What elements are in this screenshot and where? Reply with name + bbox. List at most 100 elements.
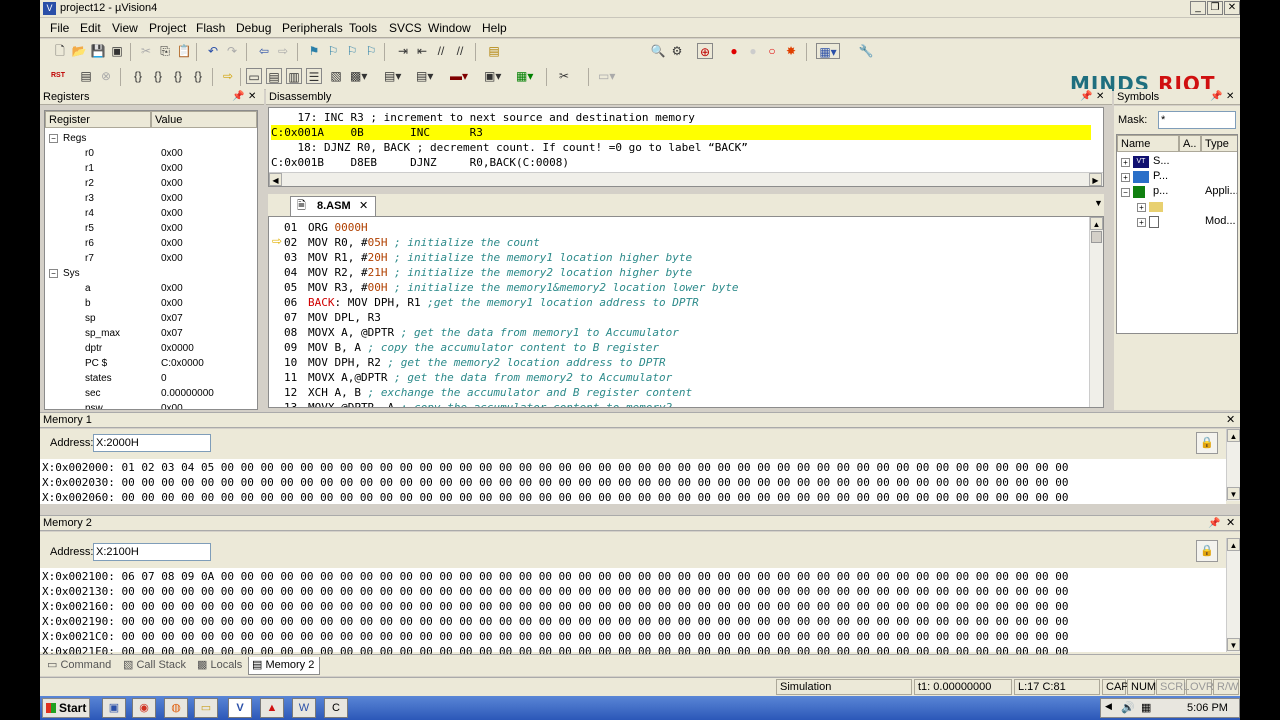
expand-icon[interactable]: + [1137, 218, 1146, 227]
register-value[interactable]: 0x00 [161, 146, 183, 161]
code-line[interactable]: 06 BACK: MOV DPH, R1 ;get the memory1 loc… [269, 295, 1089, 310]
clock[interactable]: 5:06 PM [1187, 702, 1228, 714]
register-row[interactable]: r4 0x00 [45, 206, 257, 221]
paste-icon[interactable]: 📋 [176, 43, 192, 59]
memory2-line[interactable]: X:0x0021C0: 00 00 00 00 00 00 00 00 00 0… [42, 629, 1069, 644]
nav-forward-icon[interactable]: ⇨ [275, 43, 291, 59]
symbol-row[interactable]: + P... [1121, 170, 1237, 185]
taskbar-app-icon[interactable]: C [324, 698, 348, 718]
expand-icon[interactable]: + [1137, 203, 1146, 212]
attr-column-header[interactable]: A.. [1179, 135, 1201, 152]
lock-icon[interactable]: 🔒 [1196, 540, 1218, 562]
stop-icon[interactable]: ⊗ [98, 68, 114, 84]
menu-peripherals[interactable]: Peripherals [282, 21, 343, 35]
volume-icon[interactable]: 🔊 [1121, 701, 1135, 714]
register-value[interactable]: 0x00 [161, 206, 183, 221]
clear-bookmarks-icon[interactable]: ⚐ [363, 43, 379, 59]
prev-bookmark-icon[interactable]: ⚐ [325, 43, 341, 59]
disable-all-breakpoints-icon[interactable]: ○ [764, 43, 780, 59]
menu-help[interactable]: Help [482, 21, 507, 35]
register-value[interactable]: 0x00 [161, 221, 183, 236]
step-into-icon[interactable]: {} [130, 68, 146, 84]
next-bookmark-icon[interactable]: ⚐ [344, 43, 360, 59]
register-row[interactable]: psw 0x00 [45, 401, 257, 409]
menu-debug[interactable]: Debug [236, 21, 271, 35]
symbol-row[interactable]: − p... Appli... [1121, 185, 1237, 200]
disable-breakpoint-icon[interactable]: ● [745, 43, 761, 59]
taskbar-uvision-icon[interactable]: V [228, 698, 252, 718]
save-all-icon[interactable]: ▣ [109, 43, 125, 59]
find-icon[interactable]: 🔍 [650, 43, 666, 59]
new-file-icon[interactable]: 🗋 [52, 43, 68, 59]
run-to-cursor-icon[interactable]: {} [190, 68, 206, 84]
mask-input[interactable]: * [1158, 111, 1236, 129]
incremental-find-icon[interactable]: ⚙ [669, 43, 685, 59]
debug-session-icon[interactable]: ⊕ [697, 43, 713, 59]
analysis-window-icon[interactable]: ▬▾ [450, 68, 468, 84]
menu-flash[interactable]: Flash [196, 21, 225, 35]
tab-8-asm[interactable]: 🗎 8.ASM ✕ [290, 196, 376, 216]
disassembly-instruction-line[interactable]: C:0x001B D8EB DJNZ R0,BACK(C:0008) [271, 155, 569, 170]
code-line[interactable]: 05 MOV R3, #00H ; initialize the memory1&… [269, 280, 1089, 295]
network-icon[interactable]: ▦ [1141, 701, 1151, 714]
code-line[interactable]: 09 MOV B, A ; copy the accumulator conten… [269, 340, 1089, 355]
code-line[interactable]: 01 ORG 0000H [269, 220, 1089, 235]
pin-icon[interactable]: 📌 [1080, 89, 1092, 105]
tab-memory-2[interactable]: ▤ Memory 2 [248, 657, 320, 675]
code-line[interactable]: 04 MOV R2, #21H ; initialize the memory2 … [269, 265, 1089, 280]
restore-button[interactable]: ❐ [1207, 1, 1223, 15]
memory1-line[interactable]: X:0x002030: 00 00 00 00 00 00 00 00 00 0… [42, 475, 1069, 490]
kill-breakpoints-icon[interactable]: ✸ [783, 43, 799, 59]
memory1-address-input[interactable]: X:2000H [93, 434, 211, 452]
unindent-icon[interactable]: ⇤ [414, 43, 430, 59]
step-out-icon[interactable]: {} [170, 68, 186, 84]
memory1-line[interactable]: X:0x002000: 01 02 03 04 05 00 00 00 00 0… [42, 460, 1069, 475]
code-line[interactable]: 13 MOVX @DPTR, A ; copy the accumulator c… [269, 400, 1089, 407]
register-value[interactable]: 0x07 [161, 311, 183, 326]
toolbox-icon[interactable]: ✂▾ [556, 68, 572, 99]
memory-window-icon[interactable]: ▤▾ [384, 68, 401, 84]
pin-icon[interactable]: 📌 [1208, 516, 1220, 531]
code-line[interactable]: 02 MOV R0, #05H ; initialize the count [269, 235, 1089, 250]
system-viewer-icon[interactable]: ▦▾ [516, 68, 533, 84]
value-column-header[interactable]: Value [151, 111, 257, 128]
taskbar-pdf-icon[interactable]: ▲ [260, 698, 284, 718]
register-row[interactable]: r3 0x00 [45, 191, 257, 206]
code-line[interactable]: 03 MOV R1, #20H ; initialize the memory1 … [269, 250, 1089, 265]
close-icon[interactable]: ✕ [1226, 89, 1234, 105]
register-value[interactable]: 0x00 [161, 236, 183, 251]
register-value[interactable]: C:0x0000 [161, 356, 204, 371]
disassembly-source-line[interactable]: 18: DJNZ R0, BACK ; decrement count. If … [271, 140, 747, 155]
tab-list-chevron-icon[interactable]: ▼ [1094, 198, 1103, 208]
redo-icon[interactable]: ↷ [224, 43, 240, 59]
find-in-files-icon[interactable]: ▤ [486, 43, 502, 59]
code-line[interactable]: 10 MOV DPH, R2 ; get the memory2 location… [269, 355, 1089, 370]
register-row[interactable]: sp_max 0x07 [45, 326, 257, 341]
disassembly-horizontal-scrollbar[interactable]: ◀ ▶ [269, 172, 1103, 186]
nav-back-icon[interactable]: ⇦ [256, 43, 272, 59]
register-row[interactable]: states 0 [45, 371, 257, 386]
taskbar-firefox-icon[interactable]: ◍ [164, 698, 188, 718]
taskbar-chrome-icon[interactable]: ◉ [132, 698, 156, 718]
register-value[interactable]: 0x00 [161, 251, 183, 266]
step-over-icon[interactable]: {} [150, 68, 166, 84]
register-value[interactable]: 0 [161, 371, 167, 386]
show-next-statement-icon[interactable]: ⇨ [220, 68, 236, 84]
pin-icon[interactable]: 📌 [232, 89, 244, 105]
register-value[interactable]: 0x00 [161, 401, 183, 409]
memory2-address-input[interactable]: X:2100H [93, 543, 211, 561]
taskbar-explorer-icon[interactable]: ▣ [102, 698, 126, 718]
save-icon[interactable]: 💾 [90, 43, 106, 59]
pin-icon[interactable]: 📌 [1210, 89, 1222, 105]
tray-arrow-icon[interactable]: ◀ [1105, 701, 1112, 712]
expand-icon[interactable]: + [1121, 173, 1130, 182]
disassembly-source-line[interactable]: 17: INC R3 ; increment to next source an… [271, 110, 694, 125]
symbols-window-icon[interactable]: ▥ [286, 68, 302, 84]
bookmark-icon[interactable]: ⚑ [306, 43, 322, 59]
code-line[interactable]: 12 XCH A, B ; exchange the accumulator an… [269, 385, 1089, 400]
register-row[interactable]: sec 0.00000000 [45, 386, 257, 401]
register-row[interactable]: dptr 0x0000 [45, 341, 257, 356]
memory2-line[interactable]: X:0x002100: 06 07 08 09 0A 00 00 00 00 0… [42, 569, 1069, 584]
memory2-vertical-scrollbar[interactable]: ▲ ▼ [1226, 538, 1240, 652]
menu-tools[interactable]: Tools [349, 21, 377, 35]
